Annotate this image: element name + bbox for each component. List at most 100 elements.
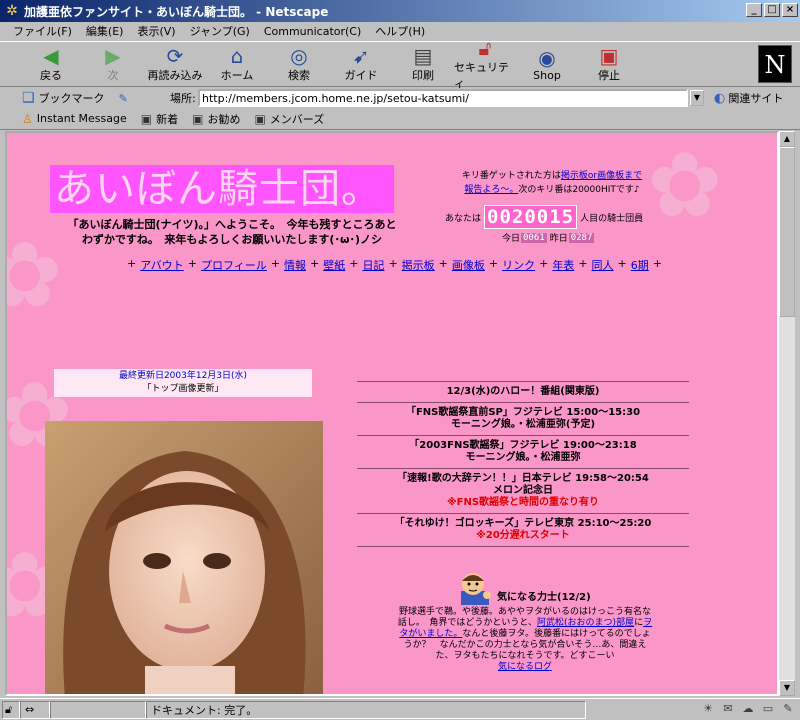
reload-icon: ⟳ bbox=[166, 44, 184, 68]
nav-diary[interactable]: 日記 bbox=[362, 257, 384, 273]
kininaru-title: 気になる力士(12/2) bbox=[497, 592, 591, 603]
shop-button[interactable]: ◉ Shop bbox=[516, 42, 578, 86]
menu-help[interactable]: ヘルプ(H) bbox=[368, 23, 432, 39]
nav-links[interactable]: リンク bbox=[502, 257, 535, 273]
portrait-image bbox=[45, 421, 323, 694]
nav-chronology[interactable]: 年表 bbox=[552, 257, 574, 273]
home-icon: ⌂ bbox=[230, 44, 244, 68]
maximize-button[interactable]: □ bbox=[764, 3, 780, 17]
compose-icon[interactable]: ✎ bbox=[780, 702, 796, 718]
nav-bbs[interactable]: 掲示板 bbox=[402, 257, 435, 273]
related-sites-button[interactable]: ◐ 関連サイト bbox=[714, 90, 783, 106]
nav-profile[interactable]: プロフィール bbox=[201, 257, 267, 273]
members-link[interactable]: ▣ メンバーズ bbox=[254, 111, 324, 127]
last-updated-box: 最終更新日2003年12月3日(水) 「トップ画像更新」 bbox=[54, 369, 312, 397]
visitor-counter: 0020015 bbox=[484, 205, 578, 229]
tv-schedule: 12/3(水)のハロー！番組(関東版) 「FNS歌謡祭直前SP」フジテレビ 15… bbox=[357, 381, 689, 547]
scroll-up-button[interactable]: ▲ bbox=[779, 131, 795, 147]
back-button[interactable]: ◀ 戻る bbox=[20, 42, 82, 86]
instant-message-link[interactable]: ♙ Instant Message bbox=[22, 112, 127, 126]
bbs-link[interactable]: 掲示板or画像板まで bbox=[561, 171, 642, 181]
netscape-logo[interactable]: N bbox=[758, 45, 792, 83]
site-title: あいぼん騎士団。 bbox=[50, 165, 394, 213]
schedule-item: 「それゆけ！ゴロッキーズ」テレビ東京 25:10〜25:20 ※20分遅れスター… bbox=[357, 513, 689, 546]
print-button[interactable]: ▤ 印刷 bbox=[392, 42, 454, 86]
minimize-button[interactable]: _ bbox=[746, 3, 762, 17]
nav-image-board[interactable]: 画像板 bbox=[452, 257, 485, 273]
guide-icon: ➹ bbox=[352, 44, 370, 68]
visitor-counter-line: あなたは 0020015 人目の騎士団員 bbox=[445, 205, 644, 229]
site-nav: + アバウト + プロフィール + 情報 + 壁紙 + 日記 + 掲示板 + 画像板 + リンク… bbox=[127, 257, 662, 273]
nav-6th-gen[interactable]: 6期 bbox=[631, 257, 649, 273]
forward-button[interactable]: ▶ 次 bbox=[82, 42, 144, 86]
report-link[interactable]: 報告よろ〜。 bbox=[464, 185, 518, 195]
status-text: ドキュメント: 完了。 bbox=[146, 700, 586, 719]
kininaru-log-link[interactable]: 気になるログ bbox=[498, 662, 552, 672]
menu-communicator[interactable]: Communicator(C) bbox=[257, 25, 368, 38]
kiriban-notice: キリ番ゲットされた方は掲示板or画像板まで 報告よろ〜。次のキリ番は20000H… bbox=[461, 171, 643, 195]
menu-bar: ファイル(F) 編集(E) 表示(V) ジャンプ(G) Communicator… bbox=[0, 22, 800, 40]
scroll-thumb[interactable] bbox=[779, 147, 795, 317]
chat-icon[interactable]: ☁ bbox=[740, 702, 756, 718]
url-input[interactable] bbox=[198, 89, 688, 107]
bookmark-icon: ❏ bbox=[22, 90, 35, 106]
progress-bar bbox=[50, 700, 146, 719]
flower-decoration: ✿ bbox=[647, 133, 723, 238]
security-button[interactable]: 🔓︎ セキュリティ bbox=[454, 37, 516, 90]
nav-about[interactable]: アバウト bbox=[140, 257, 184, 273]
menu-file[interactable]: ファイル(F) bbox=[6, 23, 79, 39]
schedule-header: 12/3(水)のハロー！番組(関東版) bbox=[357, 381, 689, 402]
yesterday-counter: 0287 bbox=[568, 232, 595, 243]
today-counter: 0061 bbox=[521, 232, 547, 243]
forward-arrow-icon: ▶ bbox=[105, 44, 121, 68]
related-sites-icon: ◐ bbox=[714, 90, 726, 106]
menu-go[interactable]: ジャンプ(G) bbox=[183, 23, 257, 39]
page-content[interactable]: ✿ ✿ ✿ ✿ あいぼん騎士団。 「あいぼん騎士団(ナイツ)。」へようこそ。 今… bbox=[5, 131, 779, 696]
close-button[interactable]: × bbox=[782, 3, 798, 17]
whats-new-link[interactable]: ▣ 新着 bbox=[141, 111, 178, 127]
stop-icon: ▣ bbox=[599, 44, 619, 68]
daily-counter-line: 今日 0061 昨日 0287 bbox=[502, 232, 595, 244]
personal-toolbar: ♙ Instant Message ▣ 新着 ▣ お勧め ▣ メンバーズ bbox=[0, 108, 800, 130]
schedule-item: 「2003FNS歌謡祭」フジテレビ 19:00〜23:18 モーニング娘。・松浦… bbox=[357, 435, 689, 468]
search-button[interactable]: ◎ 検索 bbox=[268, 42, 330, 86]
url-dropdown-button[interactable]: ▼ bbox=[690, 90, 704, 106]
menu-view[interactable]: 表示(V) bbox=[130, 23, 182, 39]
location-label: 場所: bbox=[170, 92, 196, 105]
disk-icon[interactable]: ▭ bbox=[760, 702, 776, 718]
nav-info[interactable]: 情報 bbox=[284, 257, 306, 273]
menu-edit[interactable]: 編集(E) bbox=[79, 23, 131, 39]
recommended-link[interactable]: ▣ お勧め bbox=[192, 111, 240, 127]
schedule-footer-divider bbox=[357, 546, 689, 547]
back-arrow-icon: ◀ bbox=[43, 44, 59, 68]
printer-icon: ▤ bbox=[413, 44, 433, 68]
bookmarks-button[interactable]: ❏ ブックマーク ✎ bbox=[0, 90, 170, 106]
onomatsu-stable-link[interactable]: 阿武松(おおのまつ)部屋 bbox=[537, 618, 634, 628]
guide-button[interactable]: ➹ ガイド bbox=[330, 42, 392, 86]
vertical-scrollbar[interactable]: ▲ ▼ bbox=[779, 131, 795, 696]
home-button[interactable]: ⌂ ホーム bbox=[206, 42, 268, 86]
nav-wallpaper[interactable]: 壁紙 bbox=[323, 257, 345, 273]
page-icon: ▣ bbox=[192, 111, 204, 126]
person-icon: ♙ bbox=[22, 111, 33, 126]
location-bar: ❏ ブックマーク ✎ 場所: ▼ ◐ 関連サイト bbox=[0, 88, 800, 108]
search-icon: ◎ bbox=[290, 44, 308, 68]
reload-button[interactable]: ⟳ 再読み込み bbox=[144, 42, 206, 86]
navigation-toolbar: ◀ 戻る ▶ 次 ⟳ 再読み込み ⌂ ホーム ◎ 検索 ➹ ガイド ▤ 印刷 🔓… bbox=[0, 37, 800, 90]
title-bar: ✲ 加護亜依ファンサイト・あいぼん騎士団。 - Netscape _ □ × bbox=[0, 0, 800, 22]
nav-doujin[interactable]: 同人 bbox=[592, 257, 614, 273]
netscape-app-icon: ✲ bbox=[6, 3, 18, 19]
page-icon: ▣ bbox=[140, 111, 153, 126]
schedule-item: 「速報!歌の大辞テン！！」日本テレビ 19:58〜20:54 メロン記念日 ※F… bbox=[357, 468, 689, 513]
shop-icon: ◉ bbox=[538, 45, 556, 70]
location-icon: ✎ bbox=[118, 91, 128, 105]
mail-icon[interactable]: ✉ bbox=[720, 702, 736, 718]
connection-icon: ⇔ bbox=[20, 700, 50, 719]
schedule-item: 「FNS歌謡祭直前SP」フジテレビ 15:00〜15:30 モーニング娘。・松浦… bbox=[357, 402, 689, 435]
security-status-icon[interactable]: 🔓︎ bbox=[2, 700, 20, 719]
welcome-message: 「あいぼん騎士団(ナイツ)。」へようこそ。 今年も残すところあと わずかですね。… bbox=[67, 218, 397, 246]
sun-icon[interactable]: ☀ bbox=[700, 702, 716, 718]
stop-button[interactable]: ▣ 停止 bbox=[578, 42, 640, 86]
top-photo bbox=[45, 421, 323, 694]
scroll-down-button[interactable]: ▼ bbox=[779, 680, 795, 696]
